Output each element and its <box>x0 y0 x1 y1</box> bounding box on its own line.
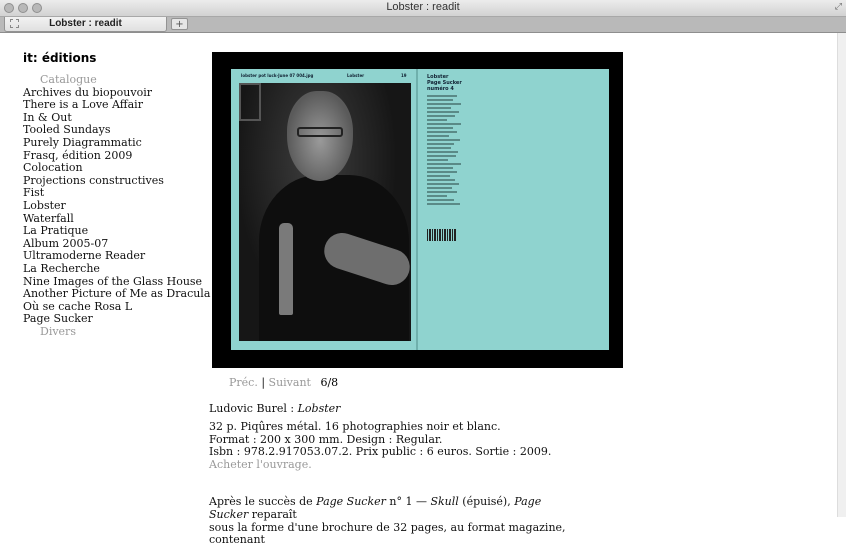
next-link[interactable]: Suivant <box>269 376 311 389</box>
wall-frame <box>239 83 261 121</box>
nav-item[interactable]: Purely Diagrammatic <box>23 136 210 150</box>
window-titlebar: Lobster : readit ⤢ <box>0 0 846 17</box>
nav-catalogue[interactable]: Catalogue <box>23 73 210 87</box>
nav-item[interactable]: La Recherche <box>23 262 210 276</box>
details-line: Isbn : 978.2.917053.07.2. Prix public : … <box>209 445 552 459</box>
beer-bottle <box>279 223 293 315</box>
nav-item[interactable]: Colocation <box>23 162 210 175</box>
catalogue-nav: Catalogue Archives du biopouvoir There i… <box>23 73 210 339</box>
text-run: Page Sucker <box>316 495 386 508</box>
left-page-header: lobster pot luck-June 07 004.jpg <box>241 73 314 78</box>
right-page-title-block: Lobster Page Sucker numéro 4 <box>427 74 462 92</box>
author: Ludovic Burel : <box>209 402 298 415</box>
nav-item-lobster[interactable]: Lobster <box>23 199 210 213</box>
text-run: (épuisé), <box>458 495 515 508</box>
tab-lobster-readit[interactable]: Lobster : readit <box>4 17 167 32</box>
glasses <box>297 127 343 137</box>
left-page: lobster pot luck-June 07 004.jpg Lobster… <box>231 69 416 350</box>
buy-link[interactable]: Acheter l'ouvrage. <box>209 458 551 472</box>
text-run: reparaît <box>248 507 297 521</box>
text-run: Après le succès de <box>209 495 317 508</box>
fullscreen-icon[interactable]: ⤢ <box>835 2 842 12</box>
tab-bar: Lobster : readit + <box>0 17 846 33</box>
publication-caption: Ludovic Burel : Lobster <box>209 402 340 415</box>
publication-image-viewer[interactable]: lobster pot luck-June 07 004.jpg Lobster… <box>212 52 623 368</box>
nav-item[interactable]: There is a Love Affair <box>23 99 210 112</box>
left-page-number: 19 <box>401 73 407 78</box>
details-line: 32 p. Piqûres métal. 16 photographies no… <box>209 420 501 433</box>
barcode <box>427 229 457 241</box>
text-run: Skull <box>430 495 459 508</box>
image-pager: Préc. | Suivant 6/8 <box>229 376 338 389</box>
colophon-text <box>427 95 463 207</box>
site-brand[interactable]: it: éditions <box>23 51 96 65</box>
text-run: sous la forme d'une brochure de 32 pages… <box>209 520 566 547</box>
nav-item[interactable]: Projections constructives <box>23 174 210 188</box>
portrait-photo <box>239 83 411 341</box>
text-run: n° 1 — <box>385 495 431 508</box>
left-page-title: Lobster <box>347 73 365 78</box>
nav-divers[interactable]: Divers <box>23 325 210 339</box>
nav-item[interactable]: La Pratique <box>23 225 210 238</box>
nav-item[interactable]: Another Picture of Me as Dracula <box>23 287 210 301</box>
description-text: Après le succès de Page Sucker n° 1 — Sk… <box>209 495 569 547</box>
publication-title: Lobster <box>297 402 341 415</box>
new-tab-button[interactable]: + <box>171 18 188 30</box>
magazine-spread-image: lobster pot luck-June 07 004.jpg Lobster… <box>231 69 609 350</box>
right-page-issue: numéro 4 <box>427 86 454 92</box>
publication-details: 32 p. Piqûres métal. 16 photographies no… <box>209 420 552 472</box>
pager-separator: | <box>261 376 266 389</box>
nav-item[interactable]: Page Sucker <box>23 313 210 326</box>
right-page: Lobster Page Sucker numéro 4 <box>418 69 609 350</box>
image-counter: 6/8 <box>320 376 339 389</box>
vertical-scrollbar[interactable] <box>837 33 846 517</box>
prev-link[interactable]: Préc. <box>229 376 258 389</box>
tab-label: Lobster : readit <box>49 18 122 29</box>
window-title: Lobster : readit <box>386 1 460 13</box>
